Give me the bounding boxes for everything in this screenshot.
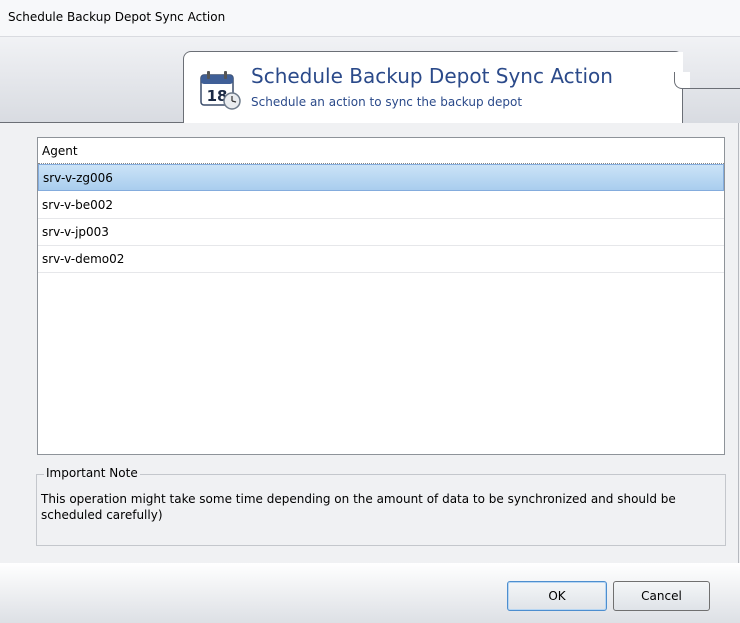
ok-button[interactable]: OK [507,581,607,611]
cancel-button[interactable]: Cancel [613,581,710,611]
dialog-window: Schedule Backup Depot Sync Action 18 Sch… [0,0,740,623]
column-header-agent[interactable]: Agent [38,138,724,164]
list-item[interactable]: srv-v-jp003 [38,219,724,246]
agent-name: srv-v-zg006 [43,171,113,185]
calendar-icon: 18 [199,69,241,111]
agent-name: srv-v-be002 [42,198,113,212]
list-item[interactable]: srv-v-zg006 [38,164,724,191]
agent-name: srv-v-jp003 [42,225,109,239]
header-tab-corner [674,72,690,89]
header-divider-right [683,88,740,89]
column-header-label: Agent [42,144,78,158]
important-note-text: This operation might take some time depe… [41,492,676,522]
agent-list[interactable]: Agent srv-v-zg006 srv-v-be002 srv-v-jp00… [37,137,725,455]
title-bar[interactable]: Schedule Backup Depot Sync Action [0,0,740,37]
agent-name: srv-v-demo02 [42,252,125,266]
window-title: Schedule Backup Depot Sync Action [8,10,226,24]
important-note-legend: Important Note [44,466,140,480]
header-title: Schedule Backup Depot Sync Action [251,64,613,88]
header-subtitle: Schedule an action to sync the backup de… [251,95,523,109]
list-item[interactable]: srv-v-demo02 [38,246,724,273]
list-item[interactable]: srv-v-be002 [38,192,724,219]
